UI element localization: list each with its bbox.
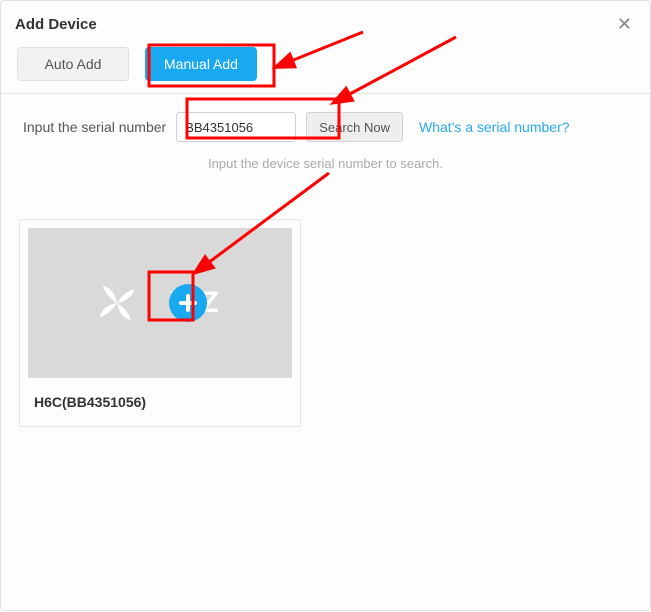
tab-manual-add[interactable]: Manual Add	[145, 47, 257, 81]
add-device-dialog: Add Device ✕ Auto Add Manual Add Input t…	[0, 0, 651, 611]
close-icon[interactable]: ✕	[613, 11, 636, 37]
serial-hint: Input the device serial number to search…	[1, 156, 650, 171]
serial-help-link[interactable]: What's a serial number?	[419, 119, 570, 135]
dialog-title: Add Device	[15, 16, 97, 33]
add-device-button[interactable]	[169, 284, 207, 322]
plus-icon	[177, 292, 199, 314]
device-name: H6C(BB4351056)	[28, 394, 292, 410]
ezviz-fan-icon	[100, 286, 134, 320]
tab-row: Auto Add Manual Add	[1, 43, 650, 94]
serial-label: Input the serial number	[23, 119, 166, 135]
titlebar: Add Device ✕	[1, 1, 650, 43]
device-thumbnail: VIZ	[28, 228, 292, 378]
device-card: VIZ H6C(BB4351056)	[19, 219, 301, 427]
serial-input-row: Input the serial number Search Now What'…	[1, 94, 650, 150]
tab-auto-add[interactable]: Auto Add	[17, 47, 129, 81]
search-now-button[interactable]: Search Now	[306, 112, 403, 142]
serial-input[interactable]	[176, 112, 296, 142]
